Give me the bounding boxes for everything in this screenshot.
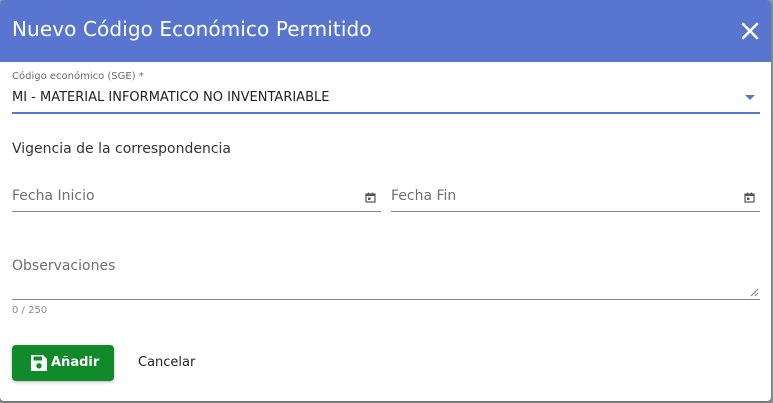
observaciones-counter: 0 / 250 — [12, 305, 48, 316]
observaciones-underline — [12, 299, 760, 300]
codigo-economico-label: Código económico (SGE) * — [12, 71, 144, 82]
chevron-down-icon[interactable] — [745, 95, 755, 100]
observaciones-textarea[interactable]: Observaciones — [12, 258, 115, 274]
resize-handle-icon[interactable] — [749, 287, 759, 297]
calendar-icon[interactable] — [744, 192, 755, 203]
fecha-inicio-field[interactable]: Fecha Inicio — [12, 188, 95, 204]
fecha-fin-field[interactable]: Fecha Fin — [391, 188, 456, 204]
fecha-fin-underline — [391, 211, 760, 212]
add-button[interactable]: Añadir — [12, 345, 114, 381]
dialog-header: Nuevo Código Económico Permitido — [0, 0, 771, 62]
save-icon — [31, 355, 47, 371]
dialog: Nuevo Código Económico Permitido Código … — [0, 0, 771, 401]
dialog-title: Nuevo Código Económico Permitido — [12, 17, 372, 41]
codigo-economico-value[interactable]: MI - MATERIAL INFORMATICO NO INVENTARIAB… — [12, 90, 329, 105]
calendar-icon[interactable] — [365, 192, 376, 203]
vigencia-title: Vigencia de la correspondencia — [12, 141, 232, 157]
cancel-button-label: Cancelar — [138, 355, 196, 370]
close-button[interactable] — [737, 18, 763, 44]
close-icon — [741, 22, 759, 40]
add-button-label: Añadir — [51, 355, 100, 370]
cancel-button[interactable]: Cancelar — [126, 345, 216, 381]
fecha-inicio-underline — [12, 211, 381, 212]
select-underline — [12, 112, 760, 114]
